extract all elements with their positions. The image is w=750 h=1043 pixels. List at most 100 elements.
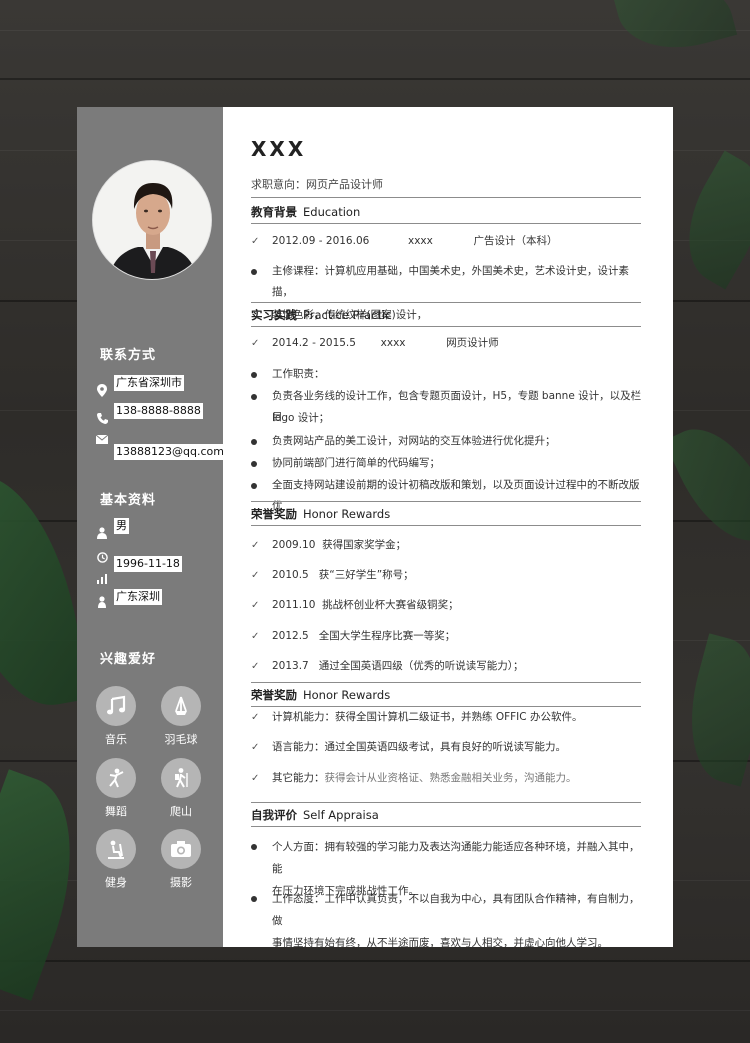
job-intent: 求职意向：网页产品设计师 [251, 178, 383, 191]
person-icon [95, 526, 109, 540]
basic-info-heading: 基本资料 [100, 493, 157, 508]
divider [251, 501, 641, 502]
divider [251, 525, 641, 526]
check-icon: ✓ [251, 742, 260, 753]
address-row: 广东省深圳市 [95, 375, 184, 397]
leaf-decoration [663, 411, 750, 559]
education-major: 广告设计（本科） [473, 235, 558, 247]
honor-text: 2010.5 获“三好学生”称号； [272, 569, 414, 581]
hobby-dance: 舞蹈 [96, 758, 136, 819]
practice-entry: ✓ 2014.2 - 2015.5 xxxx 网页设计师 [251, 333, 643, 354]
section-title-cn: 实习实践 [251, 308, 297, 322]
phone-text: 138-8888-8888 [114, 403, 203, 419]
check-icon: ✓ [251, 661, 260, 672]
hobby-label: 爬山 [170, 805, 192, 818]
bullet-icon [251, 431, 265, 453]
honor-item: ✓ 2009.10 获得国家奖学金； [251, 535, 643, 556]
honor-text: 2009.10 获得国家奖学金； [272, 539, 407, 551]
honors-heading: 荣誉奖励 Honor Rewards [251, 506, 390, 522]
section-title-cn: 荣誉奖励 [251, 688, 297, 702]
leaf-decoration [612, 0, 738, 64]
honor-item: ✓ 2011.10 挑战杯创业杯大赛省级铜奖； [251, 595, 643, 616]
skill-body: 获得全国计算机二级证书，并熟练 OFFIC 办公软件。 [335, 711, 583, 723]
hobby-label: 舞蹈 [105, 805, 127, 818]
leaf-decoration [673, 633, 750, 787]
email-row: 13888123@qq.com [95, 432, 226, 460]
bullet-icon [251, 475, 265, 497]
phone-row: 138-8888-8888 [95, 403, 203, 425]
skill-item: ✓ 其它能力：获得会计从业资格证、熟悉金融相关业务，沟通能力。 [251, 768, 643, 789]
education-period: 2012.09 - 2016.06 [272, 235, 370, 247]
hobby-heading: 兴趣爱好 [100, 652, 157, 667]
hometown-row: 广东深圳 [95, 589, 162, 609]
resume-page: 联系方式 广东省深圳市 138-8888-8888 13888123@qq.co… [77, 107, 673, 949]
section-title-en: Education [303, 205, 361, 219]
contact-heading: 联系方式 [100, 348, 157, 363]
check-icon: ✓ [251, 236, 260, 247]
fitness-icon [96, 829, 136, 869]
section-title-en: Honor Rewards [303, 688, 391, 702]
education-school: xxxx [408, 235, 433, 247]
practice-heading: 实习实践 Practice Practic [251, 307, 391, 323]
stats-row [95, 572, 109, 586]
bullet-icon [251, 836, 265, 858]
list-item: 工作态度：工作中认真负责，不以自我为中心，具有团队合作精神，有自制力，做 事情坚… [251, 888, 643, 954]
list-item: logo 设计； [251, 408, 643, 429]
hobby-label: 音乐 [105, 733, 127, 746]
skill-head: 计算机能力： [272, 711, 335, 723]
user-icon [95, 595, 109, 609]
honor-item: ✓ 2013.7 通过全国英语四级（优秀的听说读写能力）； [251, 656, 643, 677]
courses-text: 主修课程：计算机应用基础，中国美术史，外国美术史，艺术设计史，设计素描， [272, 265, 629, 298]
section-title-cn: 教育背景 [251, 205, 297, 219]
divider [251, 302, 641, 303]
duty-text: logo 设计； [272, 412, 330, 424]
hobby-photography: 摄影 [161, 829, 201, 890]
duty-text: 负责网站产品的美工设计，对网站的交互体验进行优化提升； [272, 435, 556, 447]
skill-item: ✓ 计算机能力：获得全国计算机二级证书，并熟练 OFFIC 办公软件。 [251, 707, 643, 728]
hobby-music: 音乐 [96, 686, 136, 747]
section-title-en: Practice Practic [303, 308, 392, 322]
dance-icon [96, 758, 136, 798]
practice-period: 2014.2 - 2015.5 [272, 337, 356, 349]
practice-role: 网页设计师 [446, 337, 499, 349]
bar-chart-icon [95, 572, 109, 586]
avatar [92, 160, 212, 280]
duty-text: 协同前端部门进行简单的代码编写； [272, 457, 440, 469]
check-icon: ✓ [251, 631, 260, 642]
list-item: 工作职责： [251, 364, 643, 385]
leaf-decoration [664, 150, 750, 290]
education-entry: ✓ 2012.09 - 2016.06 xxxx 广告设计（本科） [251, 231, 643, 252]
hobby-fitness: 健身 [96, 829, 136, 890]
mail-icon [95, 432, 109, 446]
skill-body: 获得会计从业资格证、熟悉金融相关业务，沟通能力。 [324, 772, 577, 784]
main-content: XXX 求职意向：网页产品设计师 教育背景 Education ✓ 2012.09… [223, 107, 673, 949]
duty-text: 工作职责： [272, 368, 325, 380]
self-text: 个人方面：拥有较强的学习能力及表达沟通能力能适应各种环境，并融入其中，能 [272, 841, 640, 875]
camera-icon [161, 829, 201, 869]
hobby-badminton: 羽毛球 [161, 686, 201, 747]
hobby-hiking: 爬山 [161, 758, 201, 819]
gender-text: 男 [114, 518, 129, 534]
hobby-label: 摄影 [170, 876, 192, 889]
honor-text: 2011.10 挑战杯创业杯大赛省级铜奖； [272, 599, 459, 611]
check-icon: ✓ [251, 570, 260, 581]
candidate-name: XXX [251, 137, 307, 161]
divider [251, 197, 641, 198]
divider [251, 682, 641, 683]
address-text: 广东省深圳市 [114, 375, 184, 391]
skills-heading: 荣誉奖励 Honor Rewards [251, 687, 390, 703]
email-text: 13888123@qq.com [114, 444, 226, 460]
section-title-cn: 荣誉奖励 [251, 507, 297, 521]
divider [251, 826, 641, 827]
divider [251, 223, 641, 224]
hometown-text: 广东深圳 [114, 589, 162, 605]
divider [251, 326, 641, 327]
section-title-en: Honor Rewards [303, 507, 391, 521]
bullet-icon [251, 261, 265, 283]
check-icon: ✓ [251, 540, 260, 551]
honor-item: ✓ 2010.5 获“三好学生”称号； [251, 565, 643, 586]
bullet-icon [251, 453, 265, 475]
badminton-icon [161, 686, 201, 726]
honor-item: ✓ 2012.5 全国大学生程序比赛一等奖； [251, 626, 643, 647]
self-heading: 自我评价 Self Appraisa [251, 807, 379, 823]
